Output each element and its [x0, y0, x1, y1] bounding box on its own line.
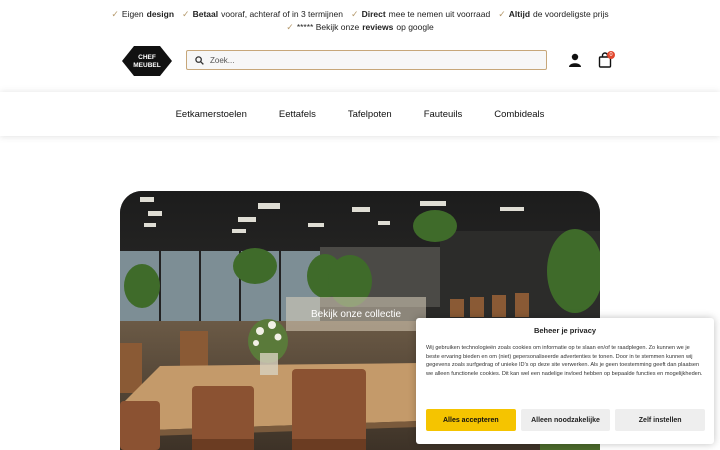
cart-count-badge: 0 — [607, 51, 615, 59]
nav-item-combideals[interactable]: Combideals — [488, 109, 550, 120]
chef-meubel-logo[interactable]: CHEF MEUBEL — [122, 46, 172, 76]
nav-item-eettafels[interactable]: Eettafels — [273, 109, 322, 120]
search-input[interactable] — [210, 55, 530, 65]
user-account-icon[interactable] — [568, 53, 582, 67]
usp-item: ✓ Betaal vooraf, achteraf of in 3 termijn… — [182, 9, 344, 19]
view-collection-button[interactable]: Bekijk onze collectie — [286, 297, 426, 331]
nav-item-eetkamerstoelen[interactable]: Eetkamerstoelen — [170, 109, 253, 120]
nav-item-fauteuils[interactable]: Fauteuils — [418, 109, 469, 120]
search-icon — [195, 55, 204, 65]
accept-all-button[interactable]: Alles accepteren — [426, 409, 516, 431]
usp-item: ✓ Direct mee te nemen uit voorraad — [351, 9, 491, 19]
usp-item: ✓ Eigen design — [111, 9, 175, 19]
cookie-button-group: Alles accepteren Alleen noodzakelijke Ze… — [426, 409, 706, 431]
svg-text:CHEF: CHEF — [138, 54, 156, 61]
check-icon: ✓ — [351, 9, 359, 19]
check-icon: ✓ — [286, 22, 294, 32]
nav-item-tafelpoten[interactable]: Tafelpoten — [342, 109, 398, 120]
custom-settings-button[interactable]: Zelf instellen — [615, 409, 706, 431]
reviews-link[interactable]: ✓ ***** Bekijk onze reviews op google — [286, 21, 433, 34]
usp-row-2: ✓ ***** Bekijk onze reviews op google — [0, 21, 720, 34]
search-bar[interactable] — [186, 50, 547, 70]
site-header: CHEF MEUBEL 0 — [0, 40, 720, 82]
check-icon: ✓ — [111, 9, 119, 19]
check-icon: ✓ — [498, 9, 506, 19]
usp-item: ✓ Altijd de voordeligste prijs — [498, 9, 609, 19]
cookie-consent-dialog: Beheer je privacy Wij gebruiken technolo… — [416, 318, 714, 444]
cookie-description: Wij gebruiken technologieën zoals cookie… — [426, 345, 703, 377]
usp-row-1: ✓ Eigen design ✓ Betaal vooraf, achteraf o… — [0, 8, 720, 21]
cookie-title: Beheer je privacy — [533, 326, 597, 335]
usp-bar: ✓ Eigen design ✓ Betaal vooraf, achteraf o… — [0, 8, 720, 34]
svg-text:MEUBEL: MEUBEL — [133, 62, 160, 69]
only-necessary-button[interactable]: Alleen noodzakelijke — [520, 409, 611, 431]
check-icon: ✓ — [182, 9, 190, 19]
main-navigation: Eetkamerstoelen Eettafels Tafelpoten Fau… — [0, 92, 720, 136]
